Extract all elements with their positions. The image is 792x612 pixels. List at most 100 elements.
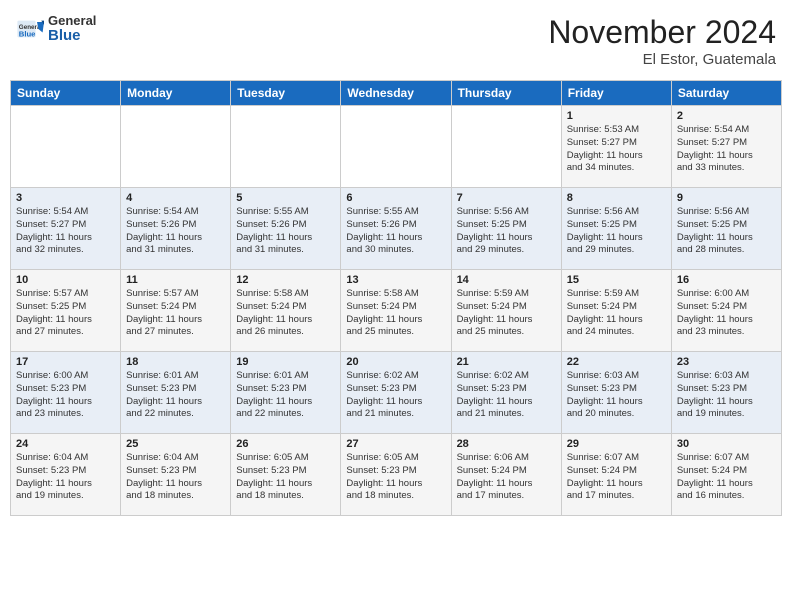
calendar-body: 1Sunrise: 5:53 AMSunset: 5:27 PMDaylight… (11, 106, 782, 516)
day-info: Sunrise: 5:56 AMSunset: 5:25 PMDaylight:… (567, 206, 666, 257)
day-info: Sunrise: 6:04 AMSunset: 5:23 PMDaylight:… (126, 452, 225, 503)
weekday-row: SundayMondayTuesdayWednesdayThursdayFrid… (11, 81, 782, 106)
calendar-week-4: 17Sunrise: 6:00 AMSunset: 5:23 PMDayligh… (11, 352, 782, 434)
calendar-cell: 4Sunrise: 5:54 AMSunset: 5:26 PMDaylight… (121, 188, 231, 270)
page: General Blue General Blue November 2024 … (0, 0, 792, 526)
day-number: 28 (457, 438, 556, 450)
day-info: Sunrise: 5:58 AMSunset: 5:24 PMDaylight:… (346, 288, 445, 339)
calendar-cell: 7 Sunrise: 5:56 AMSunset: 5:25 PMDaylight… (451, 188, 561, 270)
day-number: 5 (236, 192, 335, 204)
day-number: 21 (457, 356, 556, 368)
calendar-cell (231, 106, 341, 188)
day-number: 13 (346, 274, 445, 286)
day-info: Sunrise: 6:02 AMSunset: 5:23 PMDaylight:… (346, 370, 445, 421)
calendar-cell: 30 Sunrise: 6:07 AMSunset: 5:24 PMDayligh… (671, 434, 781, 516)
day-info: Sunrise: 5:55 AMSunset: 5:26 PMDaylight:… (236, 206, 335, 257)
svg-text:Blue: Blue (19, 30, 36, 39)
day-number: 12 (236, 274, 335, 286)
calendar: SundayMondayTuesdayWednesdayThursdayFrid… (10, 80, 782, 516)
logo-text: General Blue (48, 14, 96, 45)
day-number: 26 (236, 438, 335, 450)
location-title: El Estor, Guatemala (548, 51, 776, 68)
calendar-cell: 24 Sunrise: 6:04 AMSunset: 5:23 PMDayligh… (11, 434, 121, 516)
calendar-cell: 5 Sunrise: 5:55 AMSunset: 5:26 PMDaylight… (231, 188, 341, 270)
weekday-header-sunday: Sunday (11, 81, 121, 106)
weekday-header-wednesday: Wednesday (341, 81, 451, 106)
calendar-cell: 14 Sunrise: 5:59 AMSunset: 5:24 PMDayligh… (451, 270, 561, 352)
calendar-cell: 25 Sunrise: 6:04 AMSunset: 5:23 PMDayligh… (121, 434, 231, 516)
calendar-week-5: 24 Sunrise: 6:04 AMSunset: 5:23 PMDayligh… (11, 434, 782, 516)
day-info: Sunrise: 6:01 AMSunset: 5:23 PMDaylight:… (126, 370, 225, 421)
calendar-cell: 3Sunrise: 5:54 AMSunset: 5:27 PMDaylight… (11, 188, 121, 270)
day-number: 27 (346, 438, 445, 450)
day-info: Sunrise: 6:04 AMSunset: 5:23 PMDaylight:… (16, 452, 115, 503)
day-number: 30 (677, 438, 776, 450)
day-info: Sunrise: 6:01 AMSunset: 5:23 PMDaylight:… (236, 370, 335, 421)
day-number: 29 (567, 438, 666, 450)
logo-general-text: General (48, 14, 96, 28)
title-block: November 2024 El Estor, Guatemala (548, 14, 776, 68)
day-info: Sunrise: 5:56 AMSunset: 5:25 PMDaylight:… (457, 206, 556, 257)
day-info: Sunrise: 5:57 AMSunset: 5:25 PMDaylight:… (16, 288, 115, 339)
calendar-cell: 13 Sunrise: 5:58 AMSunset: 5:24 PMDayligh… (341, 270, 451, 352)
calendar-cell: 22Sunrise: 6:03 AMSunset: 5:23 PMDayligh… (561, 352, 671, 434)
calendar-cell: 23Sunrise: 6:03 AMSunset: 5:23 PMDayligh… (671, 352, 781, 434)
calendar-week-3: 10 Sunrise: 5:57 AMSunset: 5:25 PMDayligh… (11, 270, 782, 352)
weekday-header-saturday: Saturday (671, 81, 781, 106)
weekday-header-monday: Monday (121, 81, 231, 106)
calendar-cell: 18 Sunrise: 6:01 AMSunset: 5:23 PMDayligh… (121, 352, 231, 434)
logo: General Blue General Blue (16, 14, 96, 45)
calendar-cell: 1Sunrise: 5:53 AMSunset: 5:27 PMDaylight… (561, 106, 671, 188)
day-info: Sunrise: 5:59 AMSunset: 5:24 PMDaylight:… (567, 288, 666, 339)
day-number: 18 (126, 356, 225, 368)
day-number: 3 (16, 192, 115, 204)
day-info: Sunrise: 6:07 AMSunset: 5:24 PMDaylight:… (677, 452, 776, 503)
calendar-cell (451, 106, 561, 188)
day-number: 15 (567, 274, 666, 286)
calendar-cell: 10 Sunrise: 5:57 AMSunset: 5:25 PMDayligh… (11, 270, 121, 352)
calendar-cell: 11Sunrise: 5:57 AMSunset: 5:24 PMDayligh… (121, 270, 231, 352)
calendar-cell: 16Sunrise: 6:00 AMSunset: 5:24 PMDayligh… (671, 270, 781, 352)
day-number: 24 (16, 438, 115, 450)
calendar-cell: 29 Sunrise: 6:07 AMSunset: 5:24 PMDayligh… (561, 434, 671, 516)
day-info: Sunrise: 6:03 AMSunset: 5:23 PMDaylight:… (567, 370, 666, 421)
weekday-header-friday: Friday (561, 81, 671, 106)
calendar-cell: 6Sunrise: 5:55 AMSunset: 5:26 PMDaylight… (341, 188, 451, 270)
weekday-header-tuesday: Tuesday (231, 81, 341, 106)
day-number: 23 (677, 356, 776, 368)
day-number: 14 (457, 274, 556, 286)
calendar-cell: 9Sunrise: 5:56 AMSunset: 5:25 PMDaylight… (671, 188, 781, 270)
month-title: November 2024 (548, 14, 776, 51)
day-info: Sunrise: 6:07 AMSunset: 5:24 PMDaylight:… (567, 452, 666, 503)
day-info: Sunrise: 5:53 AMSunset: 5:27 PMDaylight:… (567, 124, 666, 175)
day-info: Sunrise: 6:06 AMSunset: 5:24 PMDaylight:… (457, 452, 556, 503)
calendar-cell: 12 Sunrise: 5:58 AMSunset: 5:24 PMDayligh… (231, 270, 341, 352)
calendar-cell (341, 106, 451, 188)
day-number: 6 (346, 192, 445, 204)
header: General Blue General Blue November 2024 … (10, 10, 782, 72)
day-info: Sunrise: 6:05 AMSunset: 5:23 PMDaylight:… (236, 452, 335, 503)
calendar-cell: 26 Sunrise: 6:05 AMSunset: 5:23 PMDayligh… (231, 434, 341, 516)
calendar-week-2: 3Sunrise: 5:54 AMSunset: 5:27 PMDaylight… (11, 188, 782, 270)
day-number: 10 (16, 274, 115, 286)
day-info: Sunrise: 5:57 AMSunset: 5:24 PMDaylight:… (126, 288, 225, 339)
calendar-cell: 2Sunrise: 5:54 AMSunset: 5:27 PMDaylight… (671, 106, 781, 188)
day-info: Sunrise: 5:54 AMSunset: 5:27 PMDaylight:… (677, 124, 776, 175)
calendar-cell: 21Sunrise: 6:02 AMSunset: 5:23 PMDayligh… (451, 352, 561, 434)
day-info: Sunrise: 6:00 AMSunset: 5:23 PMDaylight:… (16, 370, 115, 421)
calendar-cell (121, 106, 231, 188)
calendar-cell: 19Sunrise: 6:01 AMSunset: 5:23 PMDayligh… (231, 352, 341, 434)
weekday-header-thursday: Thursday (451, 81, 561, 106)
calendar-cell: 8Sunrise: 5:56 AMSunset: 5:25 PMDaylight… (561, 188, 671, 270)
calendar-week-1: 1Sunrise: 5:53 AMSunset: 5:27 PMDaylight… (11, 106, 782, 188)
logo-icon: General Blue (16, 15, 44, 43)
day-info: Sunrise: 5:59 AMSunset: 5:24 PMDaylight:… (457, 288, 556, 339)
day-number: 16 (677, 274, 776, 286)
day-number: 9 (677, 192, 776, 204)
day-info: Sunrise: 5:58 AMSunset: 5:24 PMDaylight:… (236, 288, 335, 339)
day-number: 7 (457, 192, 556, 204)
day-number: 25 (126, 438, 225, 450)
logo-blue-text: Blue (48, 28, 96, 45)
day-info: Sunrise: 5:54 AMSunset: 5:26 PMDaylight:… (126, 206, 225, 257)
calendar-cell: 17Sunrise: 6:00 AMSunset: 5:23 PMDayligh… (11, 352, 121, 434)
